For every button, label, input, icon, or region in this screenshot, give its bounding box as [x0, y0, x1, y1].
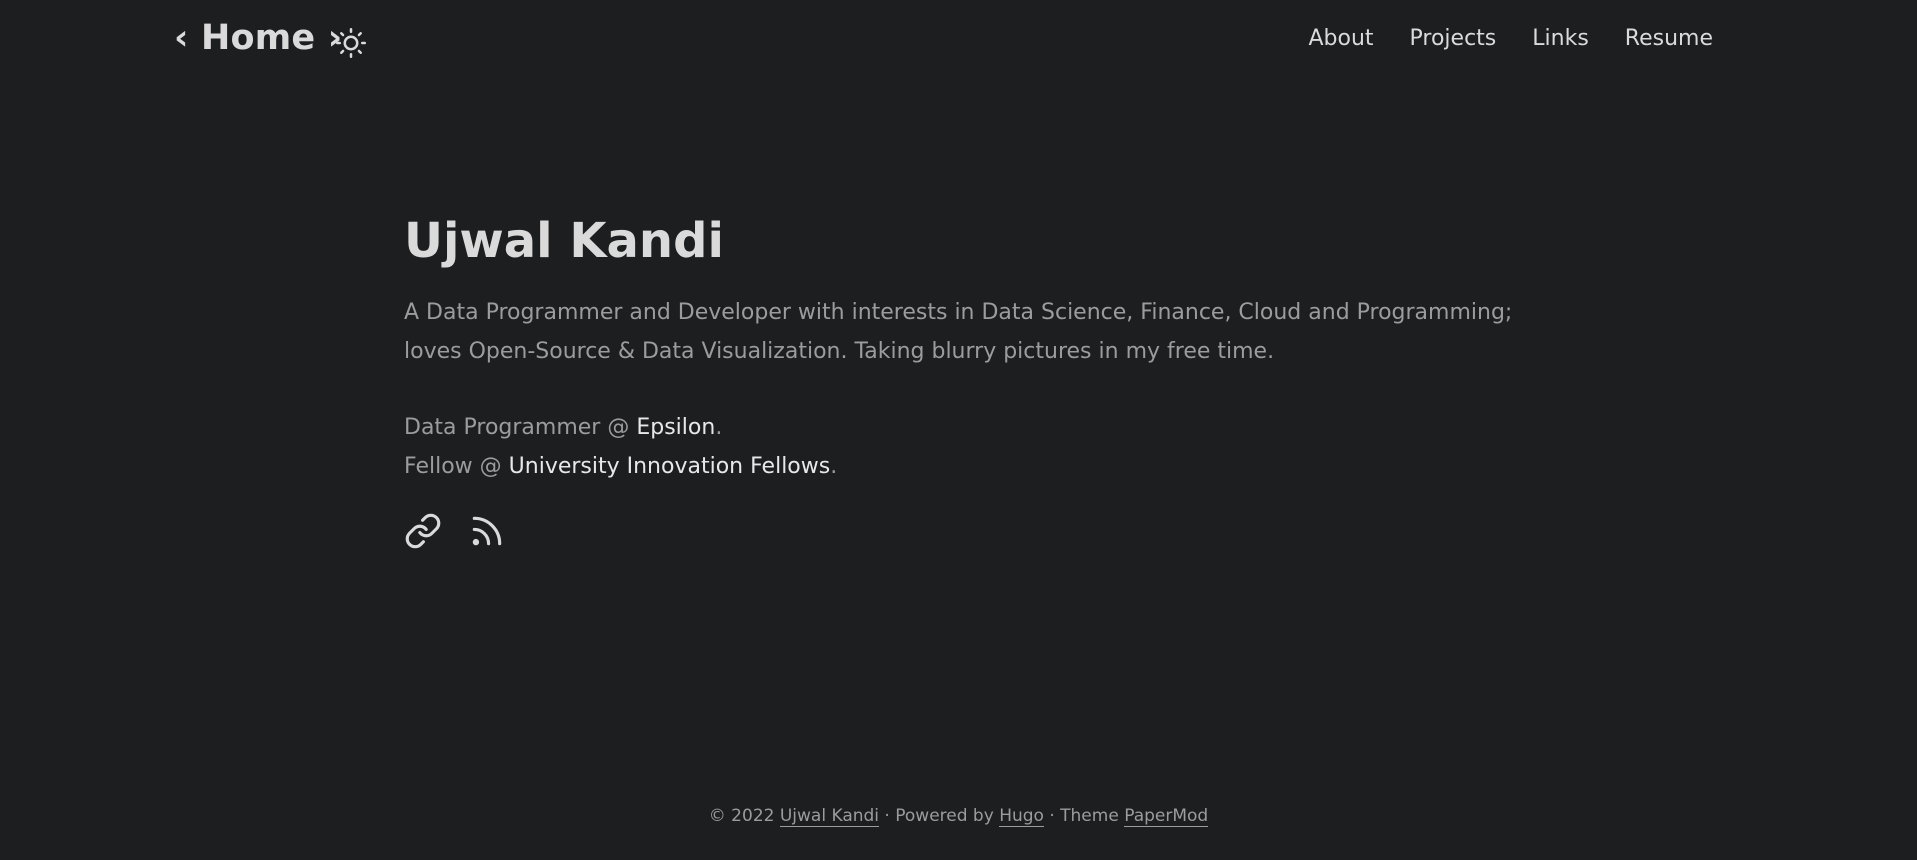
role-line: Data Programmer @ Epsilon. [404, 409, 1514, 448]
profile-section: Ujwal Kandi A Data Programmer and Develo… [404, 210, 1514, 552]
sun-icon[interactable] [336, 28, 366, 58]
nav-about-link[interactable]: About [1308, 26, 1373, 51]
author-link[interactable]: Ujwal Kandi [779, 806, 880, 827]
copyright-text: © 2022 [708, 806, 780, 826]
powered-by-text: Powered by [895, 806, 1000, 826]
hugo-link[interactable]: Hugo [999, 806, 1044, 827]
home-logo-label: ‹ Home › [174, 18, 343, 58]
main-nav: About Projects Links Resume [1308, 26, 1713, 51]
nav-links-link[interactable]: Links [1532, 26, 1589, 51]
role-suffix: . [830, 453, 838, 479]
profile-description: A Data Programmer and Developer with int… [404, 300, 1513, 364]
theme-text: · Theme [1043, 806, 1125, 826]
page-title: Ujwal Kandi [404, 213, 724, 269]
home-logo-link[interactable]: ‹ Home › [174, 18, 342, 58]
role-prefix: Fellow @ [404, 453, 509, 479]
role-line: Fellow @ University Innovation Fellows. [404, 448, 1514, 487]
rss-icon[interactable] [468, 512, 508, 552]
role-suffix: . [715, 415, 723, 440]
role-prefix: Data Programmer @ [404, 415, 637, 440]
epsilon-link[interactable]: Epsilon [636, 415, 715, 440]
social-icons [404, 512, 1514, 552]
papermod-link[interactable]: PaperMod [1124, 806, 1209, 827]
nav-projects-link[interactable]: Projects [1410, 26, 1497, 51]
university-innovation-fellows-link[interactable]: University Innovation Fellows [509, 454, 831, 479]
nav-resume-link[interactable]: Resume [1625, 26, 1713, 51]
roles-list: Data Programmer @ Epsilon. Fellow @ Univ… [404, 409, 1514, 486]
site-footer: © 2022 Ujwal Kandi · Powered by Hugo · T… [0, 806, 1917, 827]
footer-separator: · [879, 806, 896, 826]
site-header: ‹ Home › About Projects Links Resume [0, 0, 1917, 86]
link-icon[interactable] [404, 512, 444, 552]
